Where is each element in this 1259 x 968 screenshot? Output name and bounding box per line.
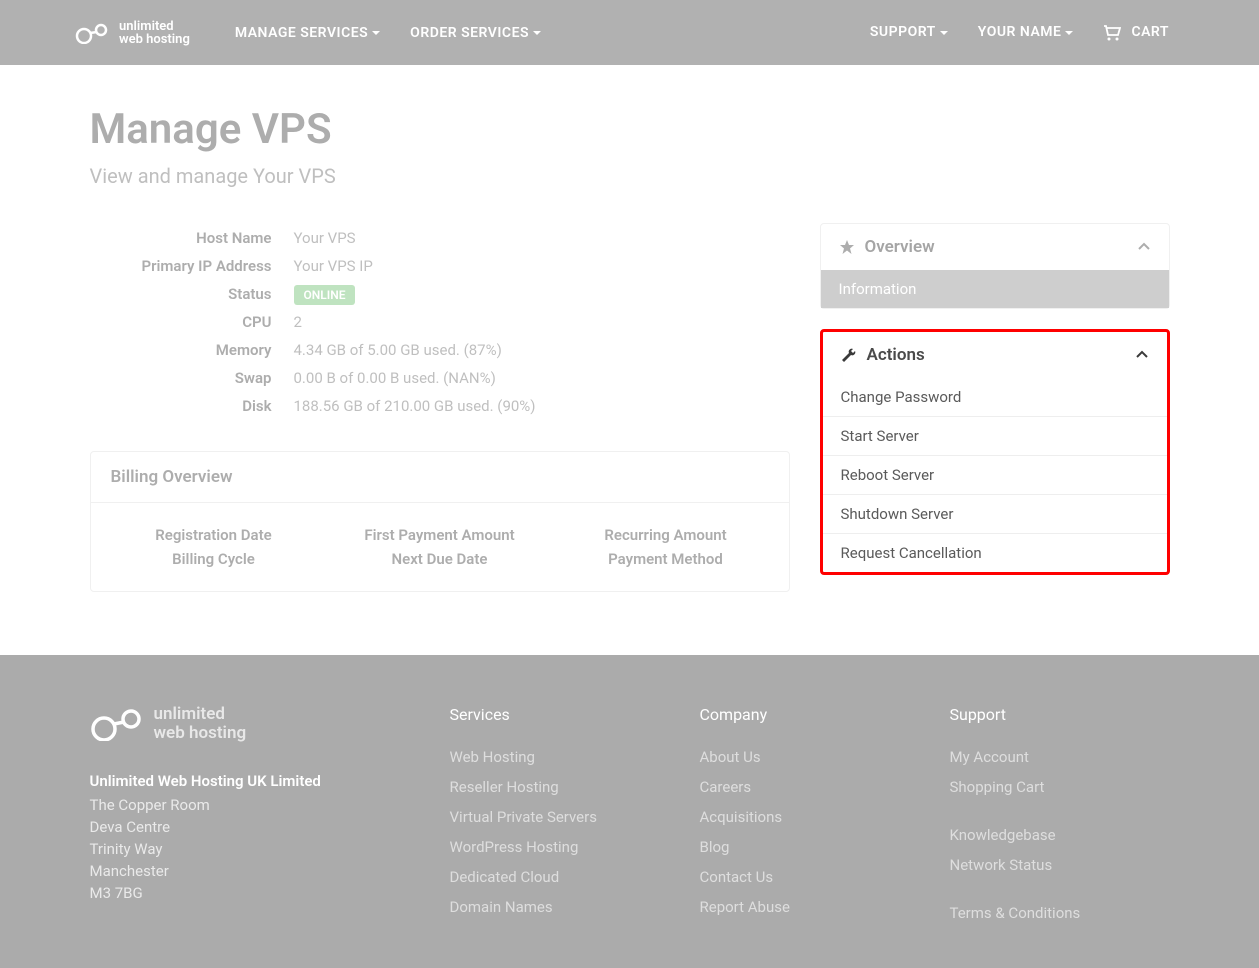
- billing-card: Billing Overview Registration Date Billi…: [90, 451, 790, 592]
- logo-icon: [90, 707, 146, 741]
- actions-header[interactable]: Actions: [823, 332, 1167, 378]
- nav-cart[interactable]: CART: [1088, 14, 1184, 50]
- row-host-name: Host NameYour VPS: [92, 225, 788, 251]
- page-subtitle: View and manage Your VPS: [90, 164, 1170, 188]
- overview-header[interactable]: Overview: [821, 224, 1169, 270]
- cart-icon: [1103, 25, 1121, 41]
- brand-logo[interactable]: unlimited web hosting: [75, 20, 190, 46]
- footer-link-blog[interactable]: Blog: [700, 832, 920, 862]
- nav-right: SUPPORT YOUR NAME CART: [855, 14, 1184, 50]
- action-reboot-server[interactable]: Reboot Server: [823, 455, 1167, 494]
- nav-order-services[interactable]: ORDER SERVICES: [395, 15, 556, 51]
- footer-link-wordpress[interactable]: WordPress Hosting: [450, 832, 670, 862]
- actions-card: Actions Change Password Start Server Reb…: [820, 329, 1170, 575]
- status-badge: ONLINE: [294, 285, 356, 305]
- footer-link-contact-us[interactable]: Contact Us: [700, 862, 920, 892]
- logo-icon: [75, 22, 111, 44]
- footer-logo[interactable]: unlimited web hosting: [90, 705, 420, 742]
- actions-list: Change Password Start Server Reboot Serv…: [823, 378, 1167, 572]
- navbar: unlimited web hosting MANAGE SERVICES OR…: [0, 0, 1259, 65]
- footer-services-col: Services Web Hosting Reseller Hosting Vi…: [450, 705, 670, 928]
- billing-body: Registration Date Billing Cycle First Pa…: [91, 503, 789, 591]
- wrench-icon: [841, 347, 857, 363]
- footer-link-careers[interactable]: Careers: [700, 772, 920, 802]
- brand-text: unlimited web hosting: [119, 20, 190, 46]
- main-content: Host NameYour VPS Primary IP AddressYour…: [90, 223, 790, 595]
- billing-col-1: Registration Date Billing Cycle: [111, 523, 317, 571]
- footer-link-terms[interactable]: Terms & Conditions: [950, 898, 1170, 928]
- footer-link-about-us[interactable]: About Us: [700, 742, 920, 772]
- footer-link-domain-names[interactable]: Domain Names: [450, 892, 670, 922]
- footer-link-reseller-hosting[interactable]: Reseller Hosting: [450, 772, 670, 802]
- nav-support[interactable]: SUPPORT: [855, 14, 963, 50]
- overview-card: Overview Information: [820, 223, 1170, 309]
- footer-link-my-account[interactable]: My Account: [950, 742, 1170, 772]
- footer-link-knowledgebase[interactable]: Knowledgebase: [950, 820, 1170, 850]
- footer-brand-text: unlimited web hosting: [154, 705, 247, 742]
- caret-icon: [936, 24, 948, 40]
- caret-icon: [368, 25, 380, 41]
- footer-company-col: Company About Us Careers Acquisitions Bl…: [700, 705, 920, 928]
- footer-address-col: unlimited web hosting Unlimited Web Host…: [90, 705, 420, 928]
- footer-support-col: Support My Account Shopping Cart Knowled…: [950, 705, 1170, 928]
- billing-col-3: Recurring Amount Payment Method: [563, 523, 769, 571]
- billing-col-2: First Payment Amount Next Due Date: [337, 523, 543, 571]
- row-cpu: CPU2: [92, 309, 788, 335]
- row-swap: Swap0.00 B of 0.00 B used. (NAN%): [92, 365, 788, 391]
- action-start-server[interactable]: Start Server: [823, 416, 1167, 455]
- nav-manage-services[interactable]: MANAGE SERVICES: [220, 15, 395, 51]
- row-primary-ip: Primary IP AddressYour VPS IP: [92, 253, 788, 279]
- page-container: Manage VPS View and manage Your VPS Host…: [75, 65, 1185, 655]
- footer-link-dedicated-cloud[interactable]: Dedicated Cloud: [450, 862, 670, 892]
- action-change-password[interactable]: Change Password: [823, 378, 1167, 416]
- caret-icon: [1061, 24, 1073, 40]
- footer-link-report-abuse[interactable]: Report Abuse: [700, 892, 920, 922]
- nav-left: MANAGE SERVICES ORDER SERVICES: [220, 15, 855, 51]
- row-status: StatusONLINE: [92, 281, 788, 307]
- star-icon: [839, 239, 855, 255]
- footer-link-acquisitions[interactable]: Acquisitions: [700, 802, 920, 832]
- billing-header: Billing Overview: [91, 452, 789, 503]
- chevron-up-icon: [1135, 348, 1149, 362]
- footer-company-name: Unlimited Web Hosting UK Limited: [90, 772, 420, 790]
- nav-your-name[interactable]: YOUR NAME: [963, 14, 1089, 50]
- footer-link-network-status[interactable]: Network Status: [950, 850, 1170, 880]
- chevron-up-icon: [1137, 240, 1151, 254]
- page-title: Manage VPS: [90, 105, 1170, 154]
- sidebar: Overview Information Actions: [820, 223, 1170, 595]
- row-memory: Memory4.34 GB of 5.00 GB used. (87%): [92, 337, 788, 363]
- caret-icon: [529, 25, 541, 41]
- vps-details-table: Host NameYour VPS Primary IP AddressYour…: [90, 223, 790, 421]
- footer: unlimited web hosting Unlimited Web Host…: [0, 655, 1259, 968]
- action-request-cancellation[interactable]: Request Cancellation: [823, 533, 1167, 572]
- footer-link-web-hosting[interactable]: Web Hosting: [450, 742, 670, 772]
- row-disk: Disk188.56 GB of 210.00 GB used. (90%): [92, 393, 788, 419]
- overview-information[interactable]: Information: [821, 270, 1169, 308]
- action-shutdown-server[interactable]: Shutdown Server: [823, 494, 1167, 533]
- footer-link-vps[interactable]: Virtual Private Servers: [450, 802, 670, 832]
- footer-link-shopping-cart[interactable]: Shopping Cart: [950, 772, 1170, 802]
